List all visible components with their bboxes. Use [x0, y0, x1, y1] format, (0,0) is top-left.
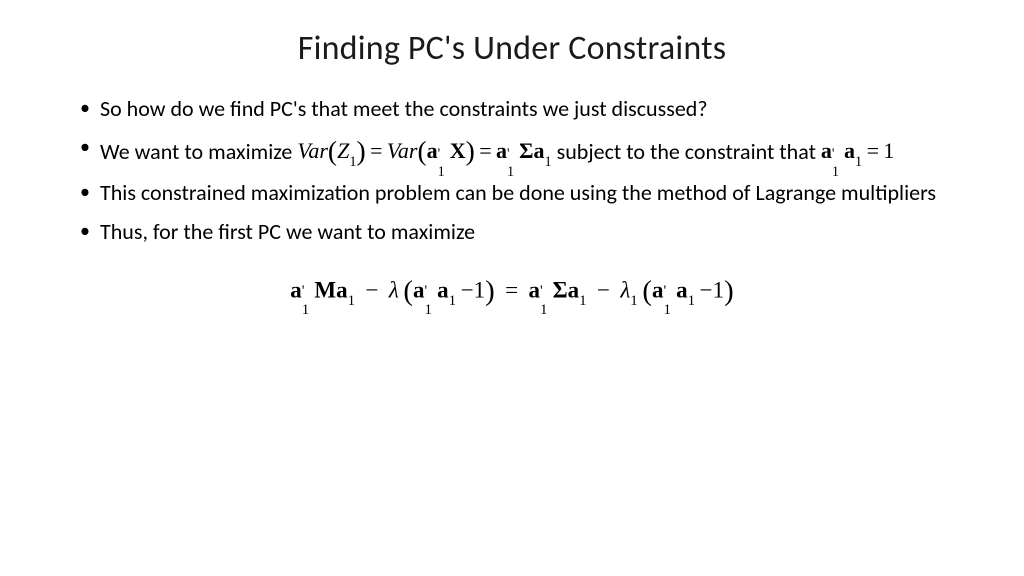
- bullet-text: subject to the constraint that: [552, 137, 821, 164]
- inline-math-variance: Var(Z1) = Var(a'1X) = a'1Σa1: [297, 138, 551, 163]
- bullet-item: We want to maximize Var(Z1) = Var(a'1X) …: [80, 134, 946, 170]
- bullet-text: We want to maximize: [100, 137, 297, 164]
- bullet-text: So how do we find PC's that meet the con…: [100, 95, 708, 122]
- bullet-item: So how do we find PC's that meet the con…: [80, 95, 946, 124]
- slide: Finding PC's Under Constraints So how do…: [0, 0, 1024, 576]
- bullet-list: So how do we find PC's that meet the con…: [80, 95, 946, 247]
- bullet-text: This constrained maximization problem ca…: [100, 179, 936, 206]
- bullet-item: Thus, for the first PC we want to maximi…: [80, 218, 946, 247]
- inline-math-constraint: a'1a1 = 1: [821, 138, 894, 163]
- slide-title: Finding PC's Under Constraints: [78, 28, 946, 69]
- bullet-text: Thus, for the first PC we want to maximi…: [100, 218, 475, 245]
- bullet-item: This constrained maximization problem ca…: [80, 179, 946, 208]
- display-equation: a'1Ma1 − λ (a'1a1 −1) = a'1Σa1 − λ1 (a'1…: [78, 275, 946, 308]
